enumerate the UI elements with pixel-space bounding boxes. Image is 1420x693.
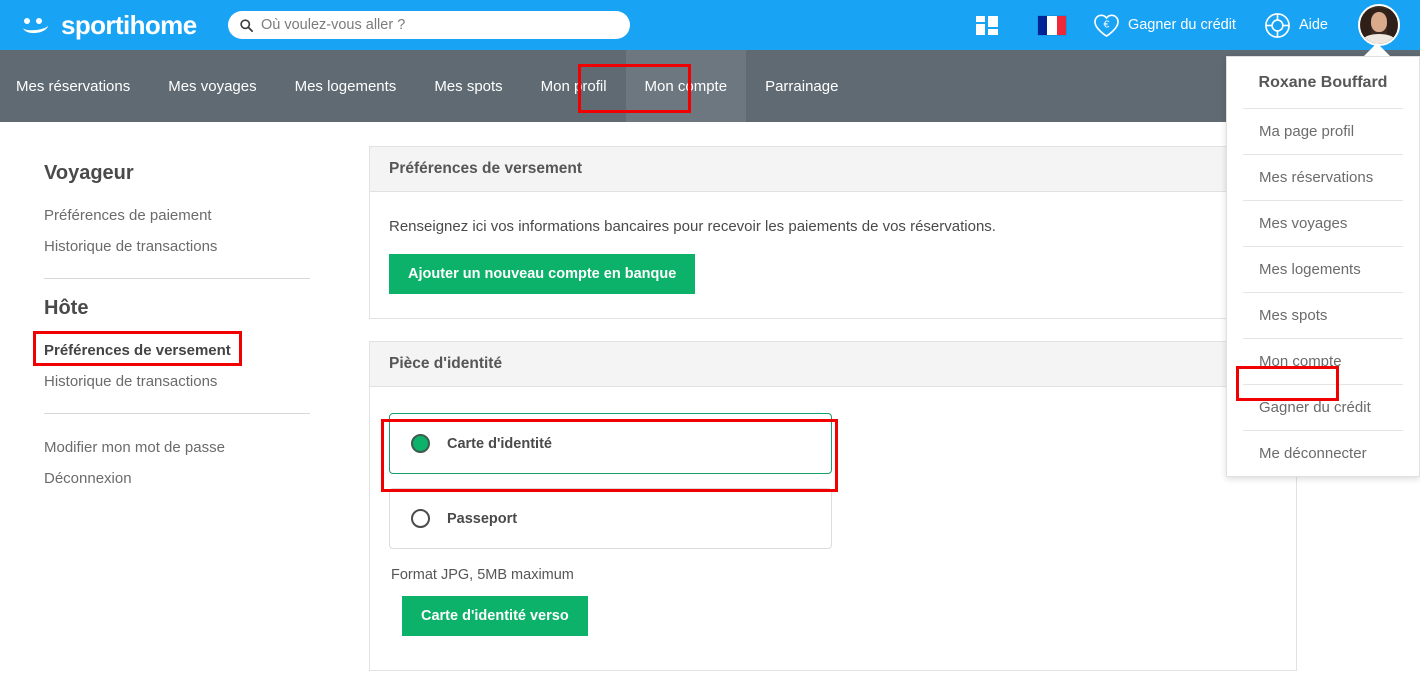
sidebar-item-historique-transactions-hote[interactable]: Historique de transactions (44, 366, 314, 397)
user-menu-item-mes-logements[interactable]: Mes logements (1243, 246, 1403, 292)
account-sidebar: Voyageur Préférences de paiement Histori… (44, 162, 314, 494)
user-menu-item-label: Mes logements (1259, 261, 1361, 278)
nav-label: Mes voyages (168, 77, 257, 95)
upload-id-back-button[interactable]: Carte d'identité verso (402, 596, 588, 636)
dashboard-grid-button[interactable] (975, 15, 998, 35)
payout-panel-title: Préférences de versement (370, 147, 1296, 192)
user-menu-item-mon-compte[interactable]: Mon compte (1243, 338, 1403, 384)
user-menu-item-me-deconnecter[interactable]: Me déconnecter (1243, 430, 1403, 476)
identity-option-carte-didentite[interactable]: Carte d'identité (389, 413, 832, 474)
nav-item-mes-voyages[interactable]: Mes voyages (149, 50, 275, 122)
sidebar-item-deconnexion[interactable]: Déconnexion (44, 463, 314, 494)
identity-panel-body: Carte d'identité Passeport Format JPG, 5… (370, 387, 1296, 660)
brand-logo[interactable]: sportihome (22, 10, 197, 41)
sidebar-item-preferences-de-paiement[interactable]: Préférences de paiement (44, 200, 314, 231)
nav-label: Mon compte (644, 77, 728, 95)
user-menu-item-gagner-du-credit[interactable]: Gagner du crédit (1243, 384, 1403, 430)
payout-preferences-panel: Préférences de versement Renseignez ici … (369, 146, 1297, 319)
lifebuoy-icon (1265, 12, 1290, 38)
identity-option-label: Passeport (447, 510, 518, 527)
add-bank-account-button[interactable]: Ajouter un nouveau compte en banque (389, 254, 696, 294)
user-menu-item-label: Mes réservations (1259, 169, 1374, 186)
top-bar: sportihome Où voulez-vous aller ? € Gagn… (0, 0, 1420, 50)
nav-label: Mon profil (540, 77, 607, 95)
nav-item-mes-spots[interactable]: Mes spots (415, 50, 521, 122)
search-input[interactable]: Où voulez-vous aller ? (228, 11, 630, 39)
user-menu-item-label: Ma page profil (1259, 123, 1355, 140)
radio-unselected-icon (411, 509, 430, 528)
sidebar-item-historique-transactions-voyageur[interactable]: Historique de transactions (44, 231, 314, 262)
user-menu-name: Roxane Bouffard (1258, 74, 1388, 91)
earn-credit-button[interactable]: € Gagner du crédit (1093, 13, 1236, 38)
user-avatar-image (1358, 4, 1400, 46)
avatar[interactable] (1358, 4, 1400, 46)
user-menu-item-label: Mes spots (1259, 307, 1328, 324)
user-menu-item-label: Mon compte (1259, 353, 1342, 370)
main-nav: Mes réservations Mes voyages Mes logemen… (0, 50, 1420, 128)
nav-label: Mes réservations (16, 77, 131, 95)
sidebar-item-preferences-de-versement[interactable]: Préférences de versement (44, 335, 314, 366)
identity-option-passeport[interactable]: Passeport (389, 488, 832, 549)
identity-format-note: Format JPG, 5MB maximum (391, 567, 574, 583)
nav-label: Mes logements (294, 77, 397, 95)
main-content: Préférences de versement Renseignez ici … (369, 146, 1297, 693)
nav-item-mes-logements[interactable]: Mes logements (276, 50, 416, 122)
nav-item-mon-compte[interactable]: Mon compte (625, 50, 747, 128)
user-menu-item-label: Gagner du crédit (1259, 399, 1371, 416)
payout-description: Renseignez ici vos informations bancaire… (389, 218, 996, 235)
user-menu-item-label: Me déconnecter (1259, 445, 1367, 462)
page-body: Voyageur Préférences de paiement Histori… (0, 122, 1420, 680)
brand-name: sportihome (61, 9, 197, 40)
sidebar-heading-hote: Hôte (44, 297, 89, 319)
grid-dashboard-icon (975, 15, 998, 35)
smiley-face-icon (22, 14, 52, 36)
search-placeholder: Où voulez-vous aller ? (261, 17, 406, 33)
identity-panel-title: Pièce d'identité (370, 342, 1296, 387)
sidebar-item-modifier-mot-de-passe[interactable]: Modifier mon mot de passe (44, 432, 314, 463)
earn-credit-label: Gagner du crédit (1127, 17, 1236, 33)
heart-euro-icon: € (1094, 13, 1119, 37)
help-button[interactable]: Aide (1264, 12, 1328, 39)
dropdown-arrow (1364, 43, 1390, 56)
user-menu-item-mes-spots[interactable]: Mes spots (1243, 292, 1403, 338)
radio-selected-icon (411, 434, 430, 453)
payout-panel-body: Renseignez ici vos informations bancaire… (370, 192, 1296, 318)
top-bar-actions: € Gagner du crédit Aide (975, 0, 1420, 50)
user-menu-dropdown: Roxane Bouffard Ma page profil Mes réser… (1226, 56, 1420, 477)
french-flag-icon (1037, 15, 1066, 35)
user-menu-item-ma-page-profil[interactable]: Ma page profil (1243, 108, 1403, 154)
user-menu-item-mes-voyages[interactable]: Mes voyages (1243, 200, 1403, 246)
help-label: Aide (1298, 17, 1328, 33)
nav-item-mes-reservations[interactable]: Mes réservations (0, 50, 149, 122)
svg-text:€: € (1104, 18, 1110, 30)
nav-item-mon-profil[interactable]: Mon profil (522, 50, 626, 122)
user-menu-item-mes-reservations[interactable]: Mes réservations (1243, 154, 1403, 200)
language-selector[interactable] (1037, 15, 1066, 35)
sidebar-divider-1 (44, 278, 310, 279)
user-menu-item-label: Mes voyages (1259, 215, 1348, 232)
sidebar-divider-2 (44, 413, 310, 414)
sidebar-heading-voyageur: Voyageur (44, 162, 134, 184)
identity-document-panel: Pièce d'identité Carte d'identité Passep… (369, 341, 1297, 671)
nav-label: Mes spots (434, 77, 503, 95)
search-icon (240, 18, 253, 32)
nav-item-parrainage[interactable]: Parrainage (746, 50, 857, 122)
nav-label: Parrainage (765, 77, 839, 95)
identity-option-label: Carte d'identité (447, 435, 552, 452)
